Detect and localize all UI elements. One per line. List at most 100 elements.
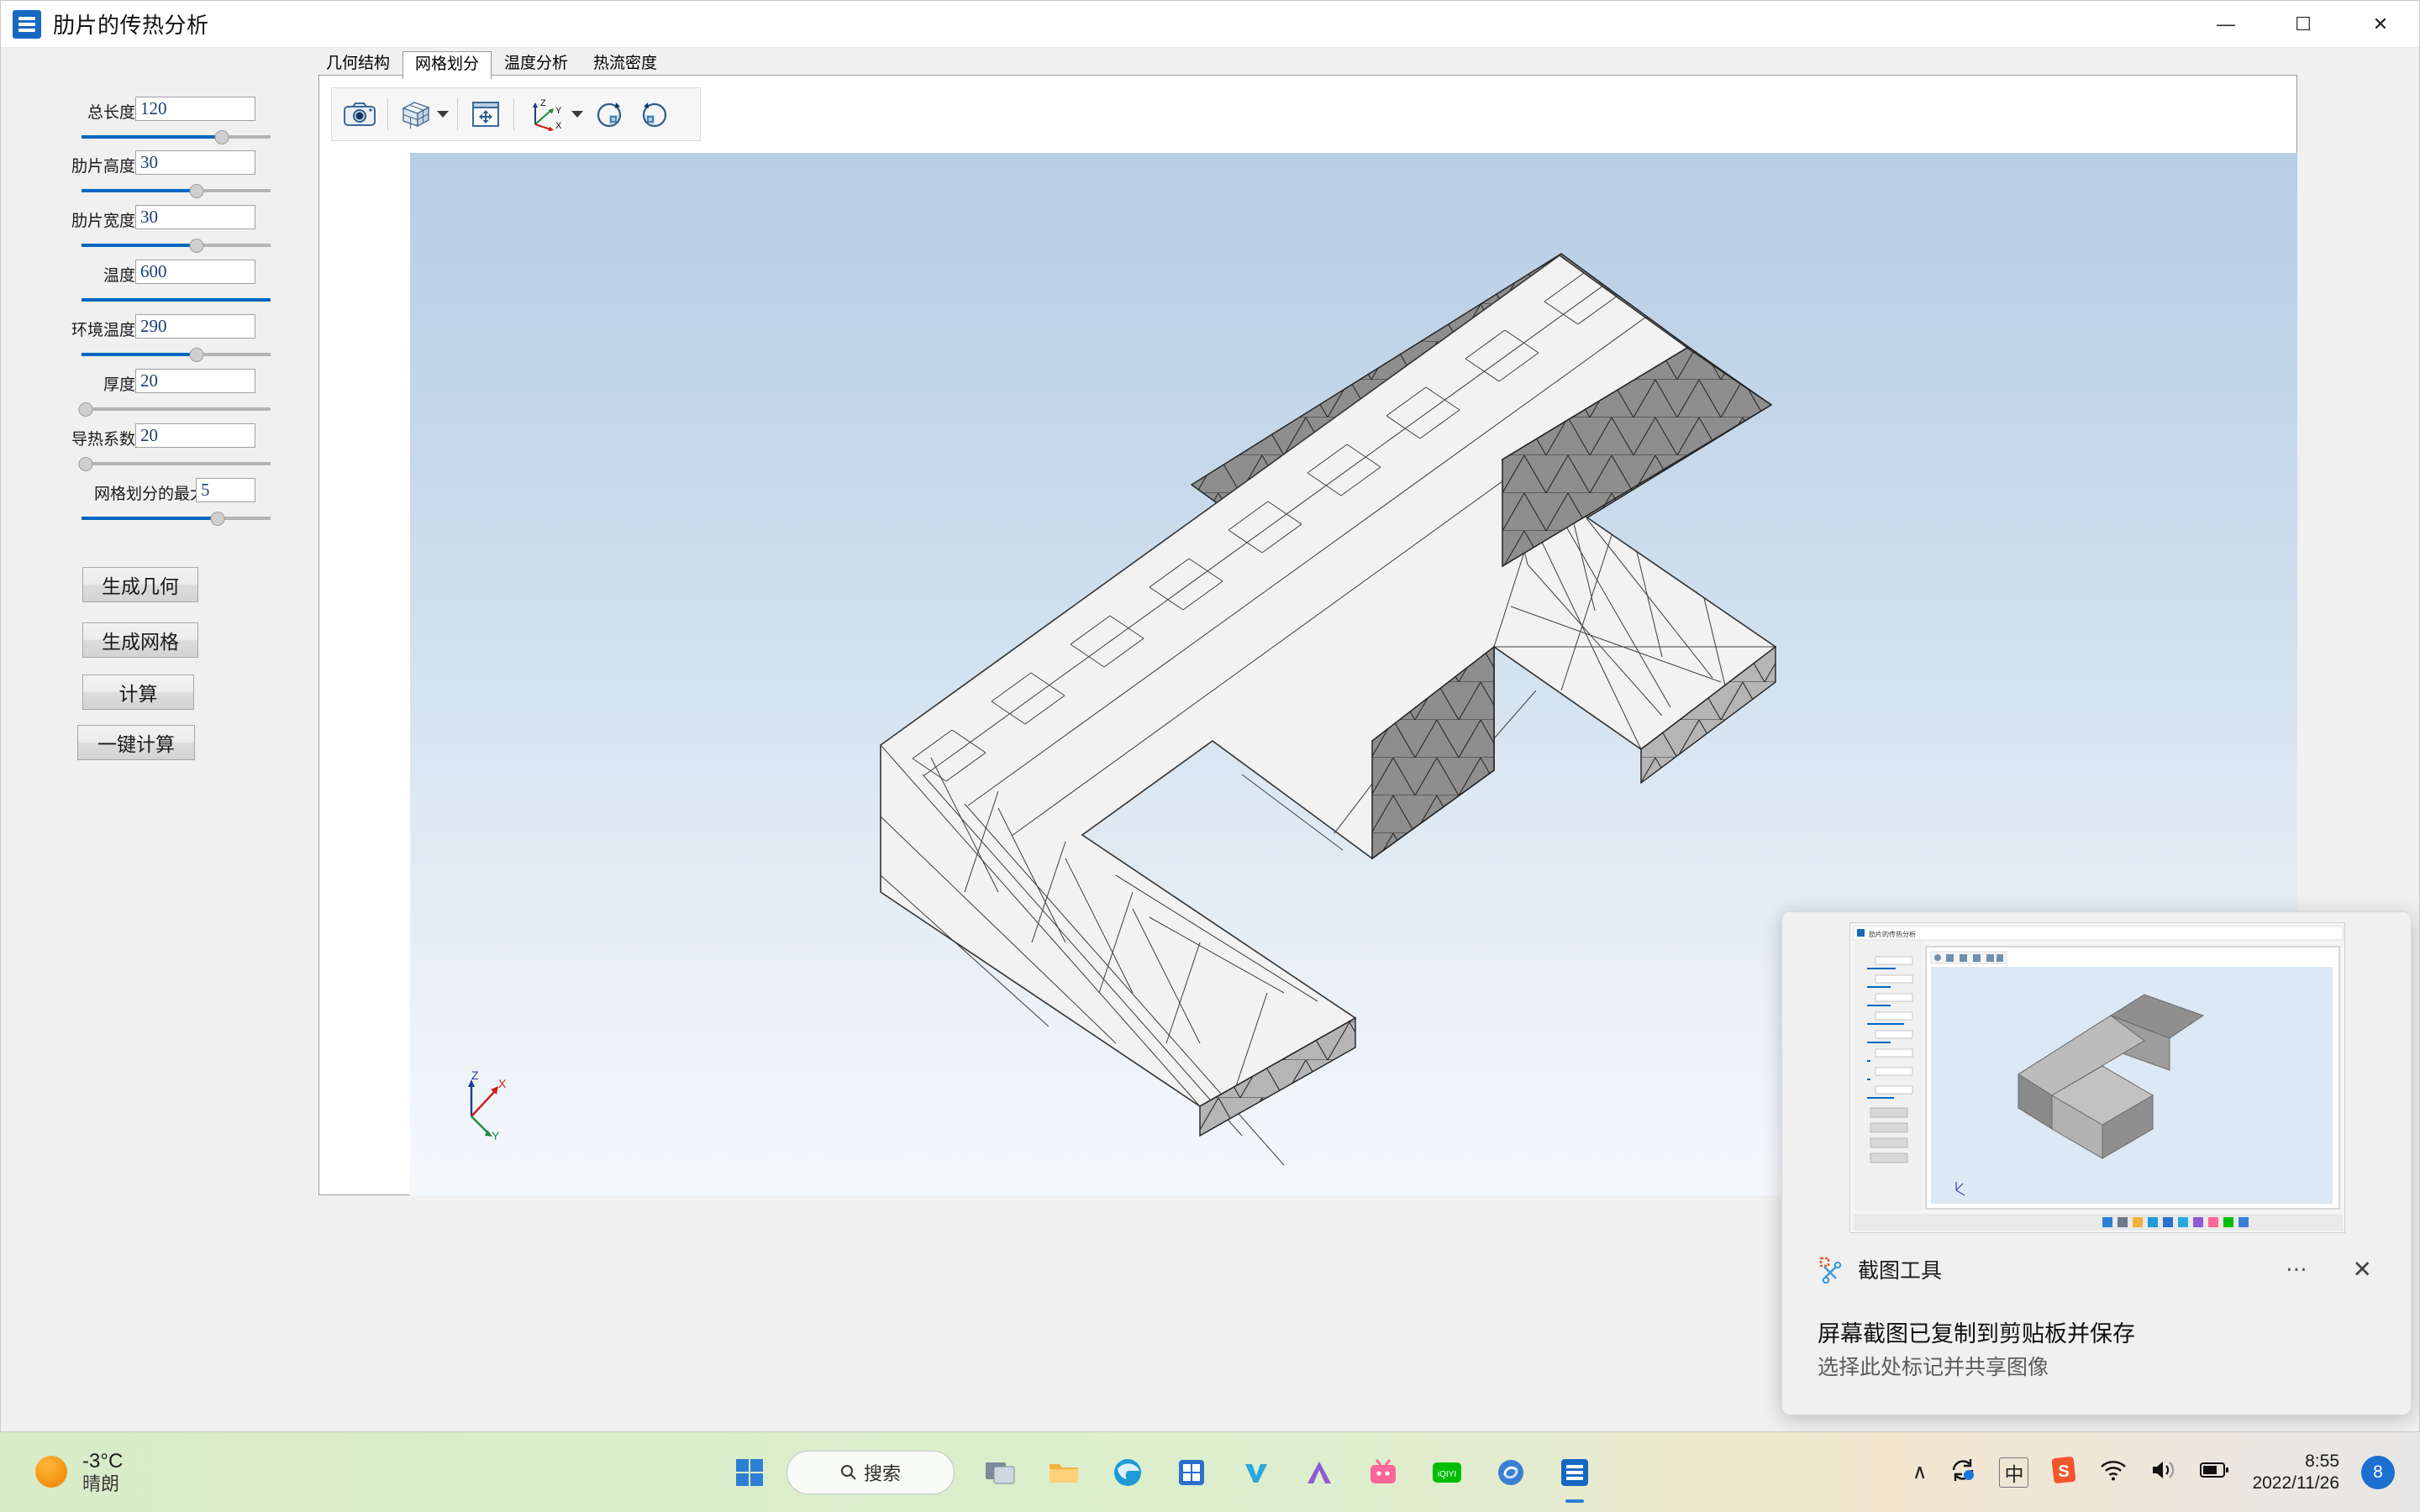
taskbar-weather-widget[interactable]: -3°C 晴朗 (35, 1450, 123, 1494)
window-controls: — ☐ ✕ (2187, 1, 2419, 48)
param-input-total-length[interactable]: 120 (135, 97, 255, 121)
svg-text:S: S (2059, 1462, 2070, 1481)
wifi-icon[interactable] (2099, 1458, 2128, 1486)
title-bar: 肋片的传热分析 — ☐ ✕ (1, 1, 2419, 48)
sogou-input-icon[interactable]: S (2050, 1456, 2077, 1488)
slider-fill (82, 298, 271, 302)
axis-label-z: Z (471, 1069, 479, 1082)
slider-fill (82, 135, 222, 139)
svg-text:Y: Y (555, 106, 562, 116)
app-v-icon[interactable] (1228, 1446, 1282, 1499)
param-input-thermal-conductivity[interactable]: 20 (135, 423, 255, 448)
axis-label-x: X (498, 1077, 507, 1090)
one-click-calculate-button[interactable]: 一键计算 (77, 725, 195, 760)
axis-label-y: Y (492, 1129, 500, 1142)
maximize-button[interactable]: ☐ (2265, 1, 2342, 48)
param-slider-fin-width[interactable] (82, 237, 271, 254)
param-slider-max-mesh-density[interactable] (82, 510, 271, 527)
taskbar-search-label: 搜索 (863, 1462, 901, 1484)
view-cube-icon[interactable] (393, 92, 439, 137)
snapshot-camera-icon[interactable] (337, 92, 382, 137)
toast-close-icon[interactable]: ✕ (2353, 1256, 2372, 1284)
toast-more-options-icon[interactable]: ⋯ (2286, 1257, 2310, 1283)
param-slider-temperature[interactable] (82, 291, 271, 308)
generate-geometry-button[interactable]: 生成几何 (82, 567, 198, 602)
task-view-icon[interactable] (973, 1446, 1027, 1499)
notification-badge[interactable]: 8 (2361, 1455, 2395, 1489)
battery-icon[interactable] (2200, 1461, 2230, 1483)
sync-icon[interactable] (1949, 1457, 1977, 1488)
slider-thumb[interactable] (210, 512, 225, 526)
slider-thumb[interactable] (214, 130, 229, 144)
toolbar-separator (513, 98, 514, 130)
slider-thumb[interactable] (78, 402, 92, 417)
toast-app-name: 截图工具 (1858, 1259, 1943, 1283)
rotate-counterclockwise-icon[interactable] (632, 92, 677, 137)
toast-header: 截图工具 ⋯ ✕ (1782, 1240, 2411, 1299)
rotate-clockwise-icon[interactable] (587, 92, 632, 137)
slider-thumb[interactable] (189, 348, 204, 362)
weather-temperature: -3°C (82, 1450, 124, 1473)
param-input-ambient-temperature[interactable]: 290 (135, 314, 255, 339)
taskbar-clock[interactable]: 8:55 2022/11/26 (2252, 1451, 2339, 1493)
slider-track (82, 462, 271, 465)
desktop: 肋片的传热分析 — ☐ ✕ 几何结构 网格划分 温度分析 热流密度 总长度 12… (0, 0, 2420, 1512)
minimize-button[interactable]: — (2187, 1, 2265, 48)
generate-mesh-button[interactable]: 生成网格 (82, 622, 198, 658)
param-label-ambient-temperature: 环境温度 (71, 322, 135, 339)
param-input-max-mesh-density[interactable]: 5 (196, 478, 255, 502)
param-slider-fin-height[interactable] (82, 182, 271, 199)
viewport-axis-triad: Z X Y (446, 1068, 523, 1149)
calculate-button[interactable]: 计算 (82, 675, 194, 710)
tab-meshing[interactable]: 网格划分 (402, 51, 492, 79)
slider-track (82, 407, 271, 411)
slider-fill (82, 244, 197, 247)
slider-thumb[interactable] (189, 239, 204, 253)
toast-message: 屏幕截图已复制到剪贴板并保存 (1818, 1321, 2135, 1347)
bilibili-icon[interactable] (1356, 1446, 1410, 1499)
slider-thumb[interactable] (78, 457, 92, 471)
file-explorer-icon[interactable] (1037, 1446, 1091, 1499)
microsoft-store-icon[interactable] (1165, 1446, 1218, 1499)
sun-icon (35, 1456, 67, 1488)
search-icon (840, 1464, 856, 1480)
toolbar-separator (457, 98, 458, 130)
slider-thumb[interactable] (189, 184, 204, 198)
tray-expand-chevron-icon[interactable]: ∧ (1912, 1460, 1928, 1484)
start-windows-icon[interactable] (723, 1446, 776, 1499)
param-input-fin-width[interactable]: 30 (135, 205, 255, 229)
param-slider-ambient-temperature[interactable] (82, 346, 271, 363)
iqiyi-icon[interactable]: iQIYI (1420, 1446, 1474, 1499)
taskbar-search-box[interactable]: 搜索 (786, 1450, 955, 1494)
param-input-fin-height[interactable]: 30 (135, 150, 255, 175)
close-button[interactable]: ✕ (2342, 1, 2419, 48)
param-slider-thickness[interactable] (78, 401, 271, 417)
notification-toast[interactable]: 肋片的传热分析 截图工具 ⋯ ✕ 屏幕截图已复制到剪贴板并保存 选择此处标记并共… (1781, 911, 2412, 1415)
tab-heat-flux-density[interactable]: 热流密度 (581, 50, 670, 78)
weather-condition: 晴朗 (82, 1473, 120, 1494)
param-slider-thermal-conductivity[interactable] (78, 455, 271, 472)
svg-text:iQIYI: iQIYI (1438, 1470, 1456, 1479)
svg-text:Z: Z (540, 98, 546, 108)
fin-analysis-app-icon[interactable] (1548, 1446, 1602, 1499)
taskbar-system-tray: ∧ 中 S 8:55 2022/11/26 8 (1912, 1451, 2395, 1493)
zoom-to-fit-icon[interactable] (463, 92, 508, 137)
tab-geometry[interactable]: 几何结构 (313, 50, 402, 78)
param-slider-total-length[interactable] (82, 129, 271, 145)
app-a-icon[interactable] (1292, 1446, 1346, 1499)
axis-orientation-dropdown-caret-icon[interactable] (571, 111, 583, 118)
view-cube-dropdown-caret-icon[interactable] (437, 111, 449, 118)
window-title: 肋片的传热分析 (53, 13, 209, 38)
volume-icon[interactable] (2149, 1458, 2178, 1486)
toast-subtext[interactable]: 选择此处标记并共享图像 (1818, 1351, 2049, 1381)
app-circle-icon[interactable] (1484, 1446, 1538, 1499)
weather-text: -3°C 晴朗 (82, 1450, 123, 1494)
ime-chinese-icon[interactable]: 中 (1999, 1457, 2029, 1488)
param-input-temperature[interactable]: 600 (135, 260, 255, 284)
param-label-thickness: 厚度 (103, 376, 135, 394)
microsoft-edge-icon[interactable] (1101, 1446, 1155, 1499)
axis-orientation-icon[interactable]: Z Y X (519, 92, 573, 137)
param-input-thickness[interactable]: 20 (135, 369, 255, 393)
tab-temperature-analysis[interactable]: 温度分析 (492, 50, 581, 78)
clock-date: 2022/11/26 (2252, 1473, 2339, 1493)
